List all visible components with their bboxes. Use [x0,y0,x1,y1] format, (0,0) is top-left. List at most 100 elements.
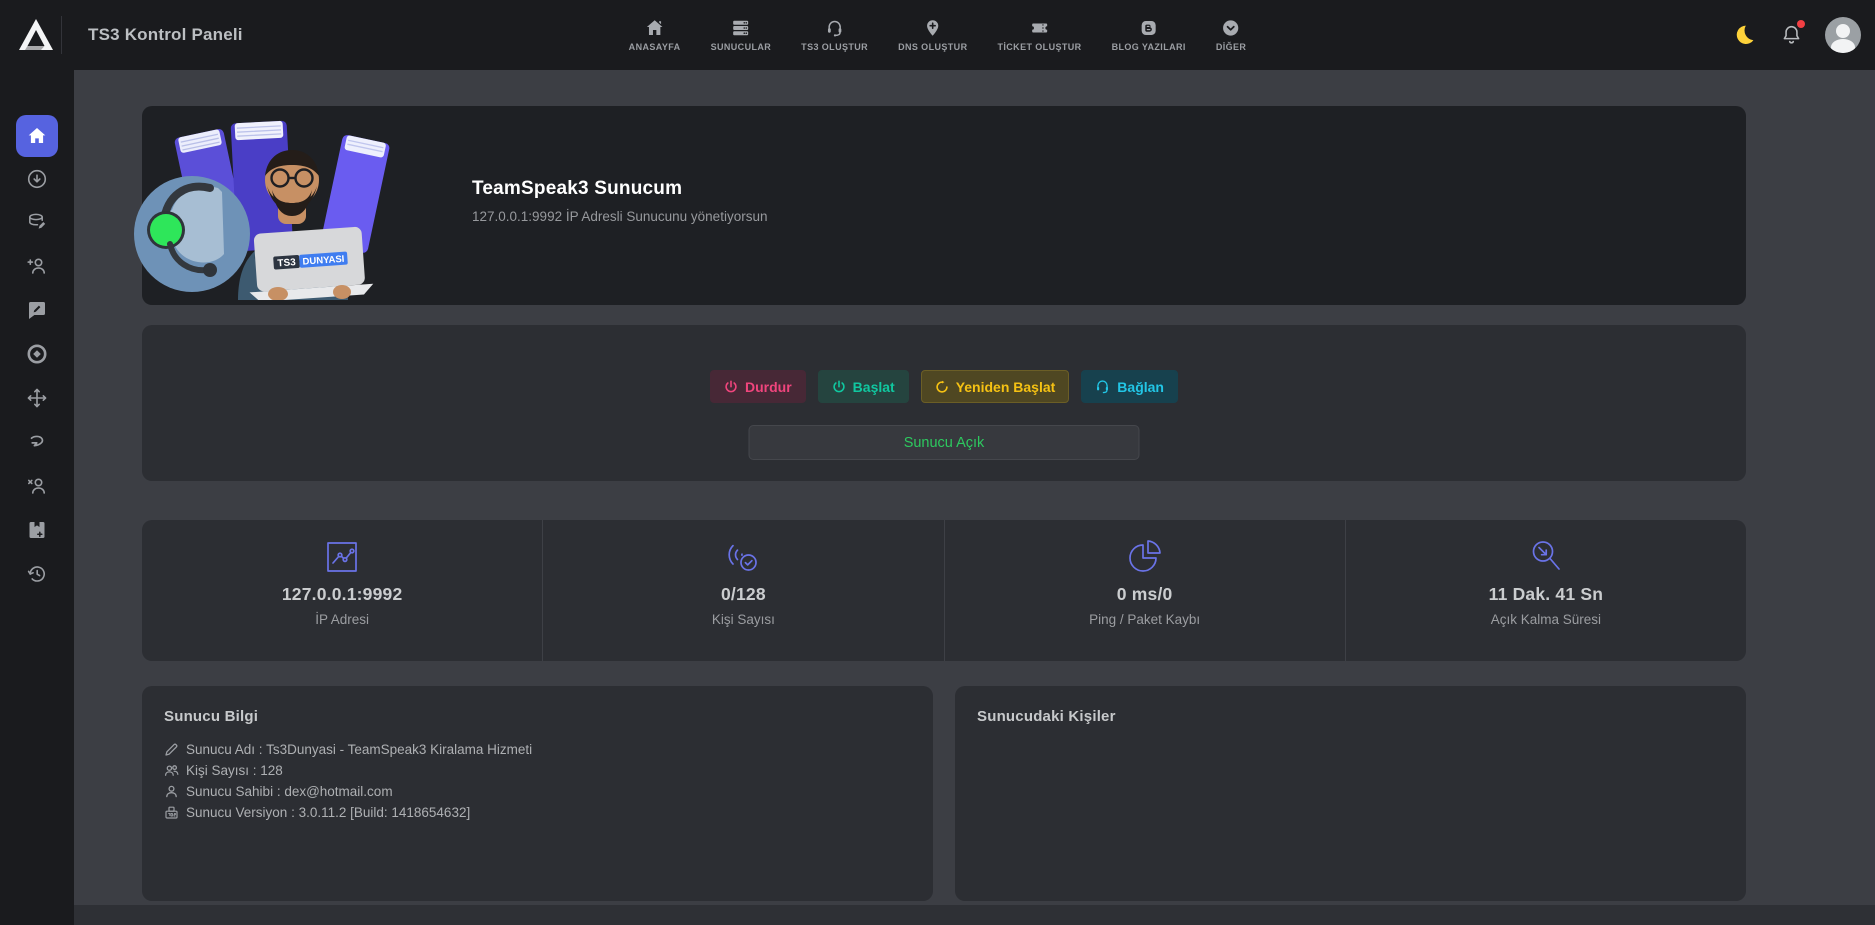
stat-value: 127.0.0.1:9992 [282,584,403,605]
sidebar-item-user-remove[interactable] [16,465,58,507]
servers-icon [731,18,750,38]
laptop-badge-ts3: TS3 [277,257,296,269]
history-icon [26,563,48,585]
dyno-icon [26,431,48,453]
server-status-label: Sunucu Açık [904,435,985,451]
save-plus-icon [26,519,48,541]
message-edit-icon [26,299,48,321]
chevron-down-circle-icon [1222,18,1241,38]
app-title: TS3 Kontrol Paneli [88,25,243,45]
user-icon [164,784,179,799]
power-icon [832,380,846,394]
connect-button[interactable]: Bağlan [1081,370,1178,403]
sidebar-item-history[interactable] [16,553,58,595]
info-line-server-name: Sunucu Adı : Ts3Dunyasi - TeamSpeak3 Kir… [164,742,911,757]
home-icon [645,18,664,38]
users-icon [164,763,179,778]
stat-label: Ping / Paket Kaybı [1089,612,1200,627]
info-text: Kişi Sayısı : 128 [186,763,283,778]
sidebar-item-save[interactable] [16,509,58,551]
database-edit-icon [26,211,48,233]
top-navigation: ANASAYFA SUNUCULAR TS3 OLUŞTUR DNS OLUŞT… [629,0,1247,70]
nav-label: BLOG YAZILARI [1112,42,1186,52]
restart-icon [935,380,949,394]
home-icon [27,126,47,146]
sidebar-item-move[interactable] [16,377,58,419]
online-users-card: Sunucudaki Kişiler [955,686,1746,901]
server-status-badge[interactable]: Sunucu Açık [749,425,1140,460]
stat-label: İP Adresi [315,612,369,627]
nav-item-ticket-olustur[interactable]: TİCKET OLUŞTUR [997,18,1081,52]
info-text: Sunucu Sahibi : dex@hotmail.com [186,784,393,799]
server-stats-card: 127.0.0.1:9992 İP Adresi 0/128 Kişi Sayı… [142,520,1746,661]
online-users-title: Sunucudaki Kişiler [977,708,1724,725]
info-line-version: Sunucu Versiyon : 3.0.11.2 [Build: 14186… [164,805,911,820]
uptime-zoom-icon [1526,536,1566,578]
sidebar-item-message-edit[interactable] [16,289,58,331]
stat-ip-address: 127.0.0.1:9992 İP Adresi [142,520,542,661]
power-icon [724,380,738,394]
user-avatar[interactable] [1825,17,1861,53]
stat-label: Açık Kalma Süresi [1491,612,1601,627]
button-label: Bağlan [1117,379,1164,395]
nav-label: DNS OLUŞTUR [898,42,967,52]
main-content: TS3 DUNYASI [74,70,1875,925]
server-info-card: Sunucu Bilgi Sunucu Adı : Ts3Dunyasi - T… [142,686,933,901]
footer-band [74,905,1875,925]
stat-value: 11 Dak. 41 Sn [1489,584,1603,605]
brand: TS3 Kontrol Paneli [0,0,243,70]
server-title: TeamSpeak3 Sunucum [472,178,767,200]
sidebar-item-download[interactable] [16,158,58,200]
button-label: Başlat [853,379,895,395]
hero-card: TS3 DUNYASI [142,106,1746,305]
nav-label: ANASAYFA [629,42,681,52]
info-line-user-count: Kişi Sayısı : 128 [164,763,911,778]
sidebar-item-dyno[interactable] [16,421,58,463]
start-button[interactable]: Başlat [818,370,909,403]
nav-item-diger[interactable]: DİĞER [1216,18,1247,52]
nav-label: SUNUCULAR [711,42,772,52]
info-line-owner: Sunucu Sahibi : dex@hotmail.com [164,784,911,799]
app-logo-icon[interactable] [15,15,57,55]
chart-line-icon [322,536,362,578]
sidebar-item-database-edit[interactable] [16,201,58,243]
chip-icon [26,343,48,365]
avatar-silhouette [1836,24,1850,38]
nav-item-sunucular[interactable]: SUNUCULAR [711,18,772,52]
hero-text: TeamSpeak3 Sunucum 127.0.0.1:9992 İP Adr… [472,178,767,224]
nav-item-blog-yazilari[interactable]: BLOG YAZILARI [1112,18,1186,52]
notifications-bell-icon[interactable] [1779,22,1803,48]
brand-divider [61,16,62,54]
user-plus-icon [26,255,48,277]
info-text: Sunucu Versiyon : 3.0.11.2 [Build: 14186… [186,805,470,820]
headset-icon [1095,379,1110,394]
version-icon [164,805,179,820]
nav-label: TS3 OLUŞTUR [801,42,868,52]
button-label: Yeniden Başlat [956,379,1056,395]
signal-check-icon [723,536,763,578]
server-control-buttons: Durdur Başlat Yeniden Başlat Bağlan [142,370,1746,403]
stat-value: 0/128 [721,584,766,605]
sidebar-item-home[interactable] [16,115,58,157]
stop-button[interactable]: Durdur [710,370,806,403]
restart-button[interactable]: Yeniden Başlat [921,370,1070,403]
topbar-right [1731,0,1861,70]
nav-item-anasayfa[interactable]: ANASAYFA [629,18,681,52]
sidebar [0,70,74,925]
blog-icon [1139,18,1158,38]
info-text: Sunucu Adı : Ts3Dunyasi - TeamSpeak3 Kir… [186,742,532,757]
stat-uptime: 11 Dak. 41 Sn Açık Kalma Süresi [1345,520,1746,661]
dark-mode-moon-icon[interactable] [1731,22,1757,48]
move-icon [26,387,48,409]
nav-item-ts3-olustur[interactable]: TS3 OLUŞTUR [801,18,868,52]
app-root: TS3 Kontrol Paneli ANASAYFA SUNUCULAR TS… [0,0,1875,925]
nav-item-dns-olustur[interactable]: DNS OLUŞTUR [898,18,967,52]
sidebar-item-user-add[interactable] [16,245,58,287]
button-label: Durdur [745,379,792,395]
notification-badge [1797,20,1805,28]
nav-label: DİĞER [1216,42,1247,52]
stat-ping-loss: 0 ms/0 Ping / Paket Kaybı [944,520,1345,661]
sidebar-item-chip[interactable] [16,333,58,375]
headset-icon [825,18,844,38]
hero-illustration: TS3 DUNYASI [126,118,426,300]
